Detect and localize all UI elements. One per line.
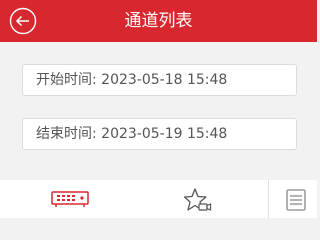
page-title: 通道列表 [124, 11, 193, 31]
end-time-label: 结束时间: [36, 126, 97, 142]
header-bar: 通道列表 [0, 0, 317, 42]
tab-favorites[interactable] [168, 180, 228, 218]
list-icon [286, 189, 306, 211]
bottom-tab-bar [0, 180, 317, 218]
end-time-value: 2023-05-19 15:48 [101, 126, 228, 142]
tab-list[interactable] [268, 180, 317, 218]
start-time-value: 2023-05-18 15:48 [101, 72, 228, 88]
start-time-field[interactable]: 开始时间: 2023-05-18 15:48 [22, 64, 297, 96]
device-nvr-icon [51, 191, 89, 207]
star-camera-icon [184, 188, 212, 211]
tab-channels[interactable] [40, 180, 100, 218]
start-time-label: 开始时间: [36, 72, 97, 88]
end-time-field[interactable]: 结束时间: 2023-05-19 15:48 [22, 118, 297, 150]
